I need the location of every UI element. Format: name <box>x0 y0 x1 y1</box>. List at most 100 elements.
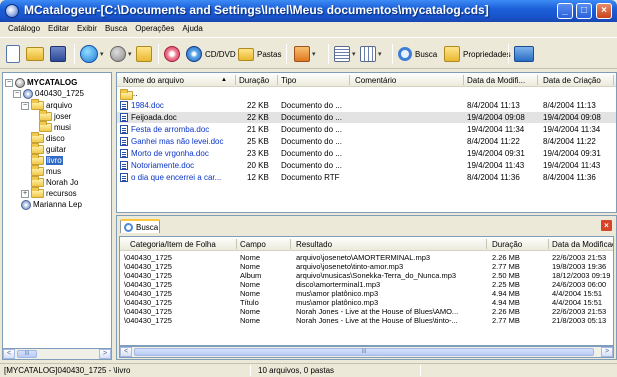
collapse-toggle[interactable]: − <box>5 78 13 87</box>
file-row[interactable]: Notoriamente.doc 20 KB Documento do ... … <box>117 160 616 171</box>
catalog-database-icon <box>15 77 25 88</box>
save-button[interactable] <box>50 44 66 64</box>
monitor-icon <box>514 46 534 62</box>
file-row[interactable]: Ganhei mas não levei.doc 25 KB Documento… <box>117 136 616 147</box>
column-modified[interactable]: Data da Modifi... <box>467 76 525 85</box>
column-size[interactable]: Duração <box>492 240 522 249</box>
result-row[interactable]: \040430_1725 Album arquivo\musicas\Sonek… <box>120 271 613 280</box>
column-category[interactable]: Categoria/Item de Folha <box>130 240 216 249</box>
result-value: disco\amorterminal1.mp3 <box>296 280 381 289</box>
columns-button[interactable]: ▾ <box>360 44 382 64</box>
result-row[interactable]: \040430_1725 Nome Norah Jones - Live at … <box>120 307 613 316</box>
menu-exibir[interactable]: Exibir <box>73 22 101 37</box>
tree-item-mycatalog[interactable]: − MYCATALOG <box>5 77 77 88</box>
word-document-icon <box>120 137 128 146</box>
column-name[interactable]: Nome do arquivo <box>123 76 184 85</box>
forward-dropdown-icon[interactable]: ▾ <box>128 50 132 58</box>
result-field: Título <box>240 298 259 307</box>
pastas-button[interactable]: Pastas <box>238 44 281 64</box>
column-date[interactable]: Data da Modificaç <box>552 240 613 249</box>
list-view-dropdown-icon[interactable]: ▾ <box>352 50 356 58</box>
result-size: 2.77 MB <box>492 316 520 325</box>
tree-item-label: recursos <box>46 189 77 198</box>
tree-item-musi[interactable]: musi <box>39 121 71 133</box>
tree-item-disc[interactable]: − 040430_1725 <box>13 88 84 99</box>
list-view-button[interactable]: ▾ <box>334 44 356 64</box>
result-row[interactable]: \040430_1725 Título mus\amor platônico.m… <box>120 298 613 307</box>
open-button[interactable] <box>26 44 44 64</box>
collapse-toggle[interactable]: − <box>21 101 29 110</box>
up-folder-button[interactable] <box>136 44 152 64</box>
back-button[interactable]: ▾ <box>80 44 104 64</box>
scroll-left-button[interactable]: < <box>120 347 132 357</box>
tree-item-marianna[interactable]: Marianna Lep <box>21 199 82 210</box>
scroll-right-button[interactable]: > <box>601 347 613 357</box>
menu-editar[interactable]: Editar <box>44 22 73 37</box>
menu-operacoes[interactable]: Operações <box>131 22 178 37</box>
expand-toggle[interactable]: + <box>21 189 29 198</box>
view-mode-button[interactable]: ▾ <box>294 44 316 64</box>
file-modified: 19/4/2004 09:31 <box>467 149 525 158</box>
status-divider <box>420 365 421 376</box>
tree-item-recursos[interactable]: + recursos <box>21 187 77 199</box>
minimize-button[interactable]: _ <box>557 3 573 19</box>
scroll-right-button[interactable]: > <box>99 349 111 359</box>
file-row[interactable]: Feijoada.doc 22 KB Documento do ... 19/4… <box>117 112 616 123</box>
column-comment[interactable]: Comentário <box>355 76 396 85</box>
result-row[interactable]: \040430_1725 Nome Norah Jones - Live at … <box>120 316 613 325</box>
file-row[interactable]: 1984.doc 22 KB Documento do ... 8/4/2004… <box>117 100 616 111</box>
tree-horizontal-scrollbar[interactable]: < III > <box>2 348 112 360</box>
results-horizontal-scrollbar[interactable]: < III > <box>119 346 614 358</box>
title-bar[interactable]: MCatalogeur-[C:\Documents and Settings\I… <box>0 0 617 22</box>
tab-busca[interactable]: Busca <box>120 219 160 233</box>
word-document-icon <box>120 101 128 110</box>
maximize-button[interactable]: □ <box>576 3 592 19</box>
result-row[interactable]: \040430_1725 Nome disco\amorterminal1.mp… <box>120 280 613 289</box>
file-type: Documento do ... <box>281 137 342 146</box>
result-value: Norah Jones - Live at the House of Blues… <box>296 316 458 325</box>
cd-dvd-icon <box>186 46 202 62</box>
result-row[interactable]: \040430_1725 Nome mus\amor platônico.mp3… <box>120 289 613 298</box>
file-created: 8/4/2004 11:22 <box>543 137 596 146</box>
file-list[interactable]: Nome do arquivo ▲ Duração Tipo Comentári… <box>116 72 617 213</box>
back-dropdown-icon[interactable]: ▾ <box>100 50 104 58</box>
menu-ajuda[interactable]: Ajuda <box>178 22 206 37</box>
scroll-thumb[interactable]: III <box>17 350 37 358</box>
view-mode-dropdown-icon[interactable]: ▾ <box>312 50 316 58</box>
scan-button[interactable] <box>164 44 180 64</box>
column-created[interactable]: Data de Criação <box>543 76 601 85</box>
file-row-parent[interactable]: .. <box>117 89 616 100</box>
folder-icon <box>31 132 44 143</box>
column-size[interactable]: Duração <box>239 76 269 85</box>
file-row[interactable]: Festa de arromba.doc 21 KB Documento do … <box>117 124 616 135</box>
collapse-toggle[interactable]: − <box>13 89 21 98</box>
column-field[interactable]: Campo <box>240 240 266 249</box>
file-row[interactable]: Morto de vrgonha.doc 23 KB Documento do … <box>117 148 616 159</box>
toolbar-separator <box>158 44 159 64</box>
result-row[interactable]: \040430_1725 Nome arquivo\joseneto\tinto… <box>120 262 613 271</box>
scroll-thumb[interactable]: III <box>134 348 594 356</box>
menu-bar: Catálogo Editar Exibir Busca Operações A… <box>0 22 617 37</box>
menu-busca[interactable]: Busca <box>101 22 131 37</box>
new-button[interactable] <box>6 44 20 64</box>
result-row[interactable]: \040430_1725 Nome arquivo\joseneto\AMORT… <box>120 253 613 262</box>
word-document-icon <box>120 161 128 170</box>
monitor-button[interactable] <box>514 44 534 64</box>
propriedades-button[interactable]: Propriedades <box>444 44 511 64</box>
column-result[interactable]: Resultado <box>296 240 332 249</box>
catalog-tree[interactable]: − MYCATALOG − 040430_1725 − arquivo jose… <box>2 72 112 360</box>
scroll-left-button[interactable]: < <box>3 349 15 359</box>
close-search-button[interactable]: × <box>601 220 612 231</box>
menu-catalogo[interactable]: Catálogo <box>4 22 44 37</box>
busca-button[interactable]: Busca <box>398 44 437 64</box>
result-category: \040430_1725 <box>124 316 172 325</box>
tree-item-label: Marianna Lep <box>33 200 82 209</box>
forward-button[interactable]: ▾ <box>110 44 132 64</box>
search-magnifier-icon <box>398 47 412 61</box>
column-type[interactable]: Tipo <box>281 76 296 85</box>
cd-dvd-button[interactable]: CD/DVD <box>186 44 236 64</box>
close-button[interactable]: × <box>596 3 612 19</box>
columns-dropdown-icon[interactable]: ▾ <box>378 50 382 58</box>
file-row[interactable]: o dia que encerrei a car... 12 KB Docume… <box>117 172 616 183</box>
search-results-list[interactable]: Categoria/Item de Folha Campo Resultado … <box>119 236 614 346</box>
